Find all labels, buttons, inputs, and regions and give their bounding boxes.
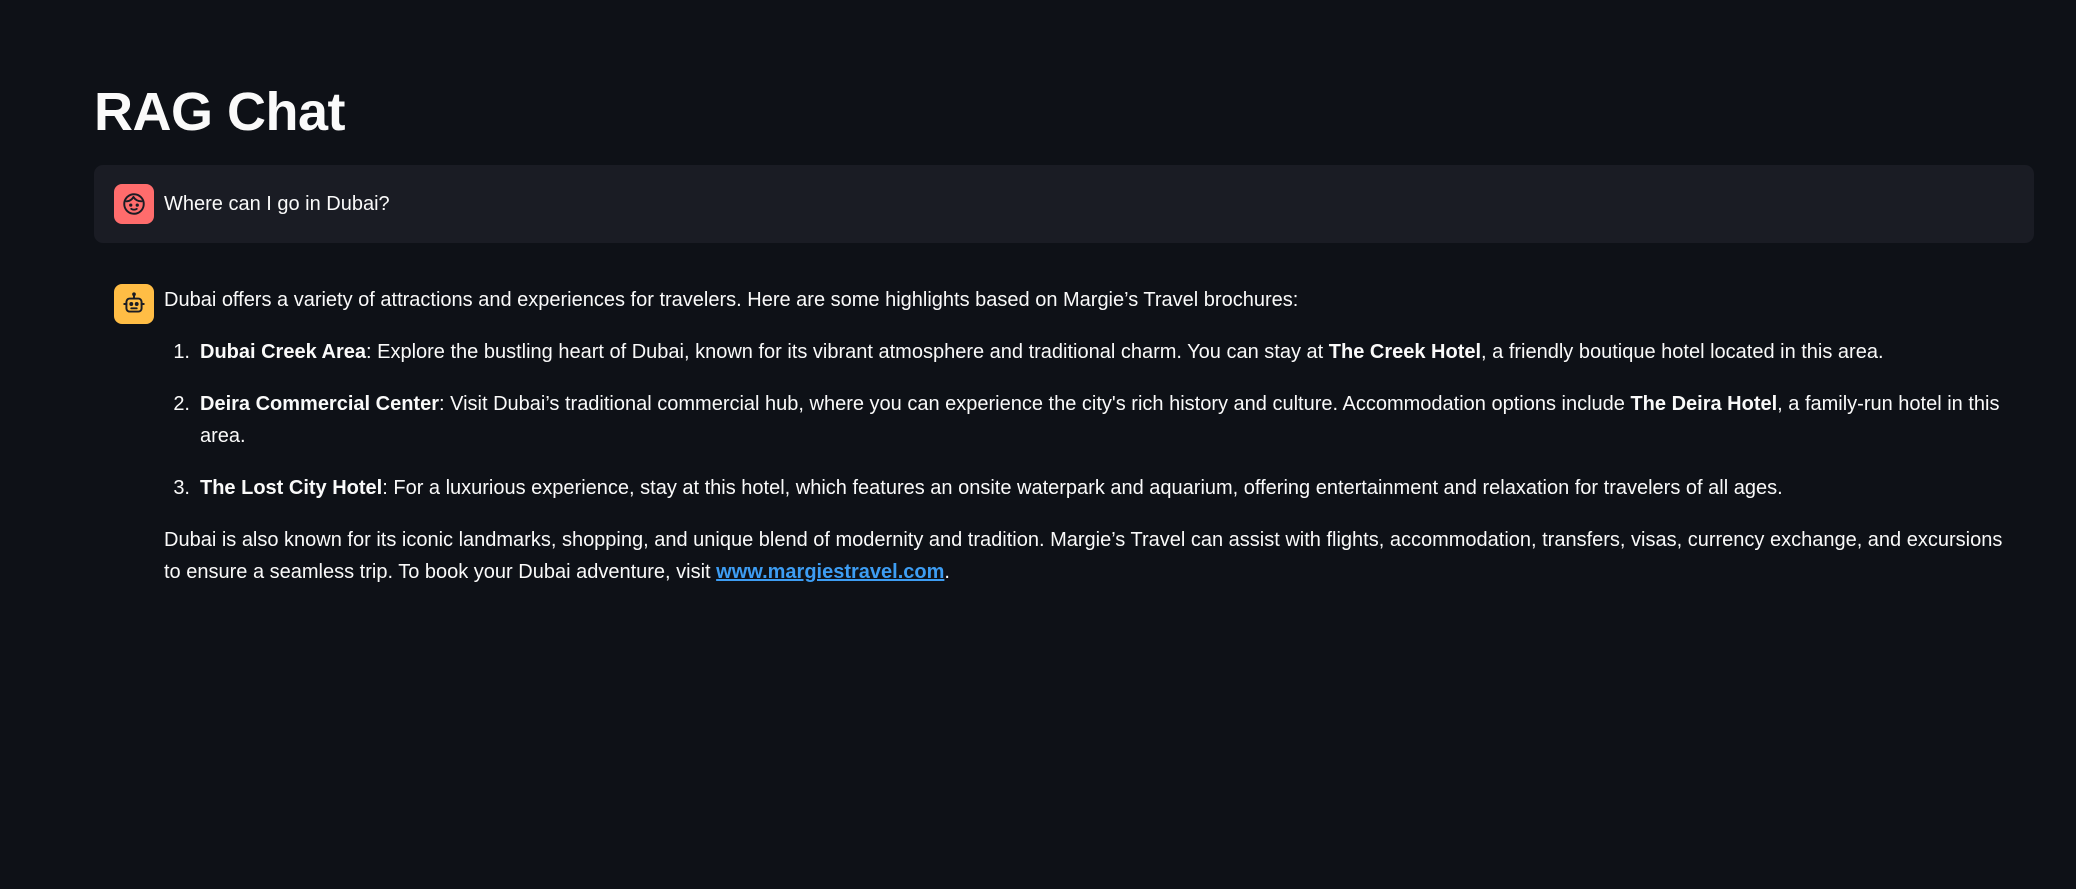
list-item-hotel: The Creek Hotel: [1328, 341, 1482, 363]
list-item: 2. Deira Commercial Center: Visit Dubai’…: [164, 388, 2024, 452]
list-item-text: : For a luxurious experience, stay at th…: [382, 477, 1783, 499]
robot-face-icon: [114, 284, 154, 324]
list-item-number: 2.: [173, 393, 190, 415]
assistant-intro-text: Dubai offers a variety of attractions an…: [164, 289, 1299, 311]
list-item-hotel: The Deira Hotel: [1630, 393, 1778, 415]
margiestravel-link[interactable]: www.margiestravel.com: [716, 561, 944, 583]
list-item: 1. Dubai Creek Area: Explore the bustlin…: [164, 336, 2024, 368]
user-message-text: Where can I go in Dubai?: [164, 193, 390, 215]
outro-end: .: [944, 561, 950, 583]
list-item-text-end: , a friendly boutique hotel located in t…: [1481, 341, 1884, 363]
list-item: 3. The Lost City Hotel: For a luxurious …: [164, 472, 2024, 504]
list-item-text: : Visit Dubai’s traditional commercial h…: [438, 393, 1631, 415]
user-face-icon: [114, 184, 154, 224]
outro-text: Dubai is also known for its iconic landm…: [164, 529, 2003, 583]
user-chat-message: Where can I go in Dubai?: [94, 165, 2034, 243]
list-item-title: Dubai Creek Area: [200, 341, 366, 363]
list-item-number: 3.: [173, 477, 190, 499]
list-item-title: Deira Commercial Center: [200, 393, 439, 415]
list-item-text: : Explore the bustling heart of Dubai, k…: [366, 341, 1329, 363]
assistant-outro-text: Dubai is also known for its iconic landm…: [164, 524, 2024, 588]
list-item-title: The Lost City Hotel: [200, 477, 383, 499]
page-title: RAG Chat: [94, 82, 346, 142]
highlights-list: 1. Dubai Creek Area: Explore the bustlin…: [164, 336, 2024, 504]
list-item-number: 1.: [173, 341, 190, 363]
assistant-message-content: Dubai offers a variety of attractions an…: [164, 284, 2024, 588]
